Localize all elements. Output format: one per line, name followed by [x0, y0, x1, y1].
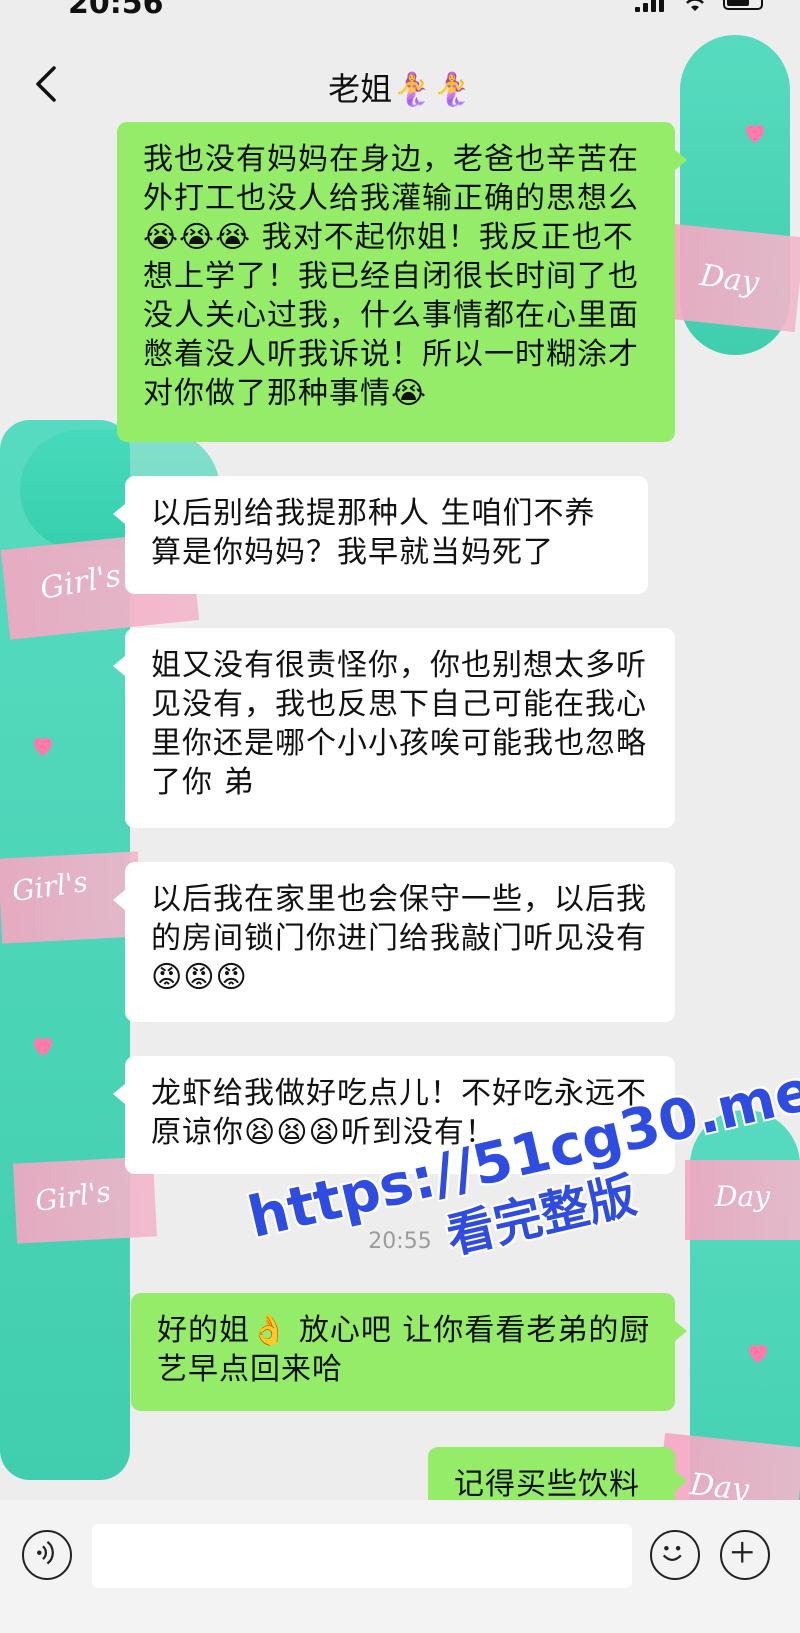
heart-icon — [33, 737, 53, 756]
decor-teal-left — [0, 420, 130, 1480]
plus-icon[interactable] — [720, 1530, 770, 1580]
message-bubble-received[interactable]: 以后别给我提那种人 生咱们不养算是你妈妈？我早就当妈死了 — [113, 476, 648, 594]
status-bar: 20:56 — [0, 0, 800, 30]
chat-header: 老姐🧜‍♀️🧜‍♀️ — [0, 40, 800, 130]
emoji-icon[interactable] — [650, 1530, 700, 1580]
status-time: 20:56 — [68, 0, 164, 21]
voice-icon[interactable] — [22, 1530, 72, 1580]
decor-girls-text: Girl's — [10, 864, 90, 909]
status-icons — [635, 0, 765, 14]
message-bubble-sent[interactable]: 我也没有妈妈在身边，老爸也辛苦在外打工也没人给我灌输正确的思想么😭😭😭 我对不起… — [117, 122, 687, 442]
message-input[interactable] — [92, 1524, 632, 1588]
signal-icon — [635, 0, 665, 12]
message-text: 我也没有妈妈在身边，老爸也辛苦在外打工也没人给我灌输正确的思想么😭😭😭 我对不起… — [143, 142, 639, 411]
decor-girls-text: Girl's — [33, 1174, 113, 1219]
battery-icon — [723, 0, 763, 10]
decor-pink-band — [655, 222, 800, 333]
input-bar — [0, 1500, 800, 1633]
chat-title: 老姐🧜‍♀️🧜‍♀️ — [328, 70, 472, 108]
decor-girls-text: Girl's — [37, 558, 124, 607]
message-text: 记得买些饮料 — [454, 1467, 640, 1502]
message-text: 以后我在家里也会保守一些，以后我的房间锁门你进门给我敲门听见没有😡😡😡 — [151, 882, 647, 995]
message-text: 姐又没有很责怪你，你也别想太多听见没有，我也反思下自己可能在我心里你还是哪个小小… — [151, 648, 647, 800]
message-bubble-received[interactable]: 姐又没有很责怪你，你也别想太多听见没有，我也反思下自己可能在我心里你还是哪个小小… — [113, 628, 675, 828]
heart-icon — [33, 1037, 53, 1056]
wifi-icon — [686, 0, 704, 11]
message-bubble-received[interactable]: 以后我在家里也会保守一些，以后我的房间锁门你进门给我敲门听见没有😡😡😡 — [113, 862, 675, 1022]
decor-day-text: Day — [697, 258, 762, 301]
heart-icon — [748, 1344, 768, 1363]
message-text: 以后别给我提那种人 生咱们不养算是你妈妈？我早就当妈死了 — [151, 496, 596, 570]
